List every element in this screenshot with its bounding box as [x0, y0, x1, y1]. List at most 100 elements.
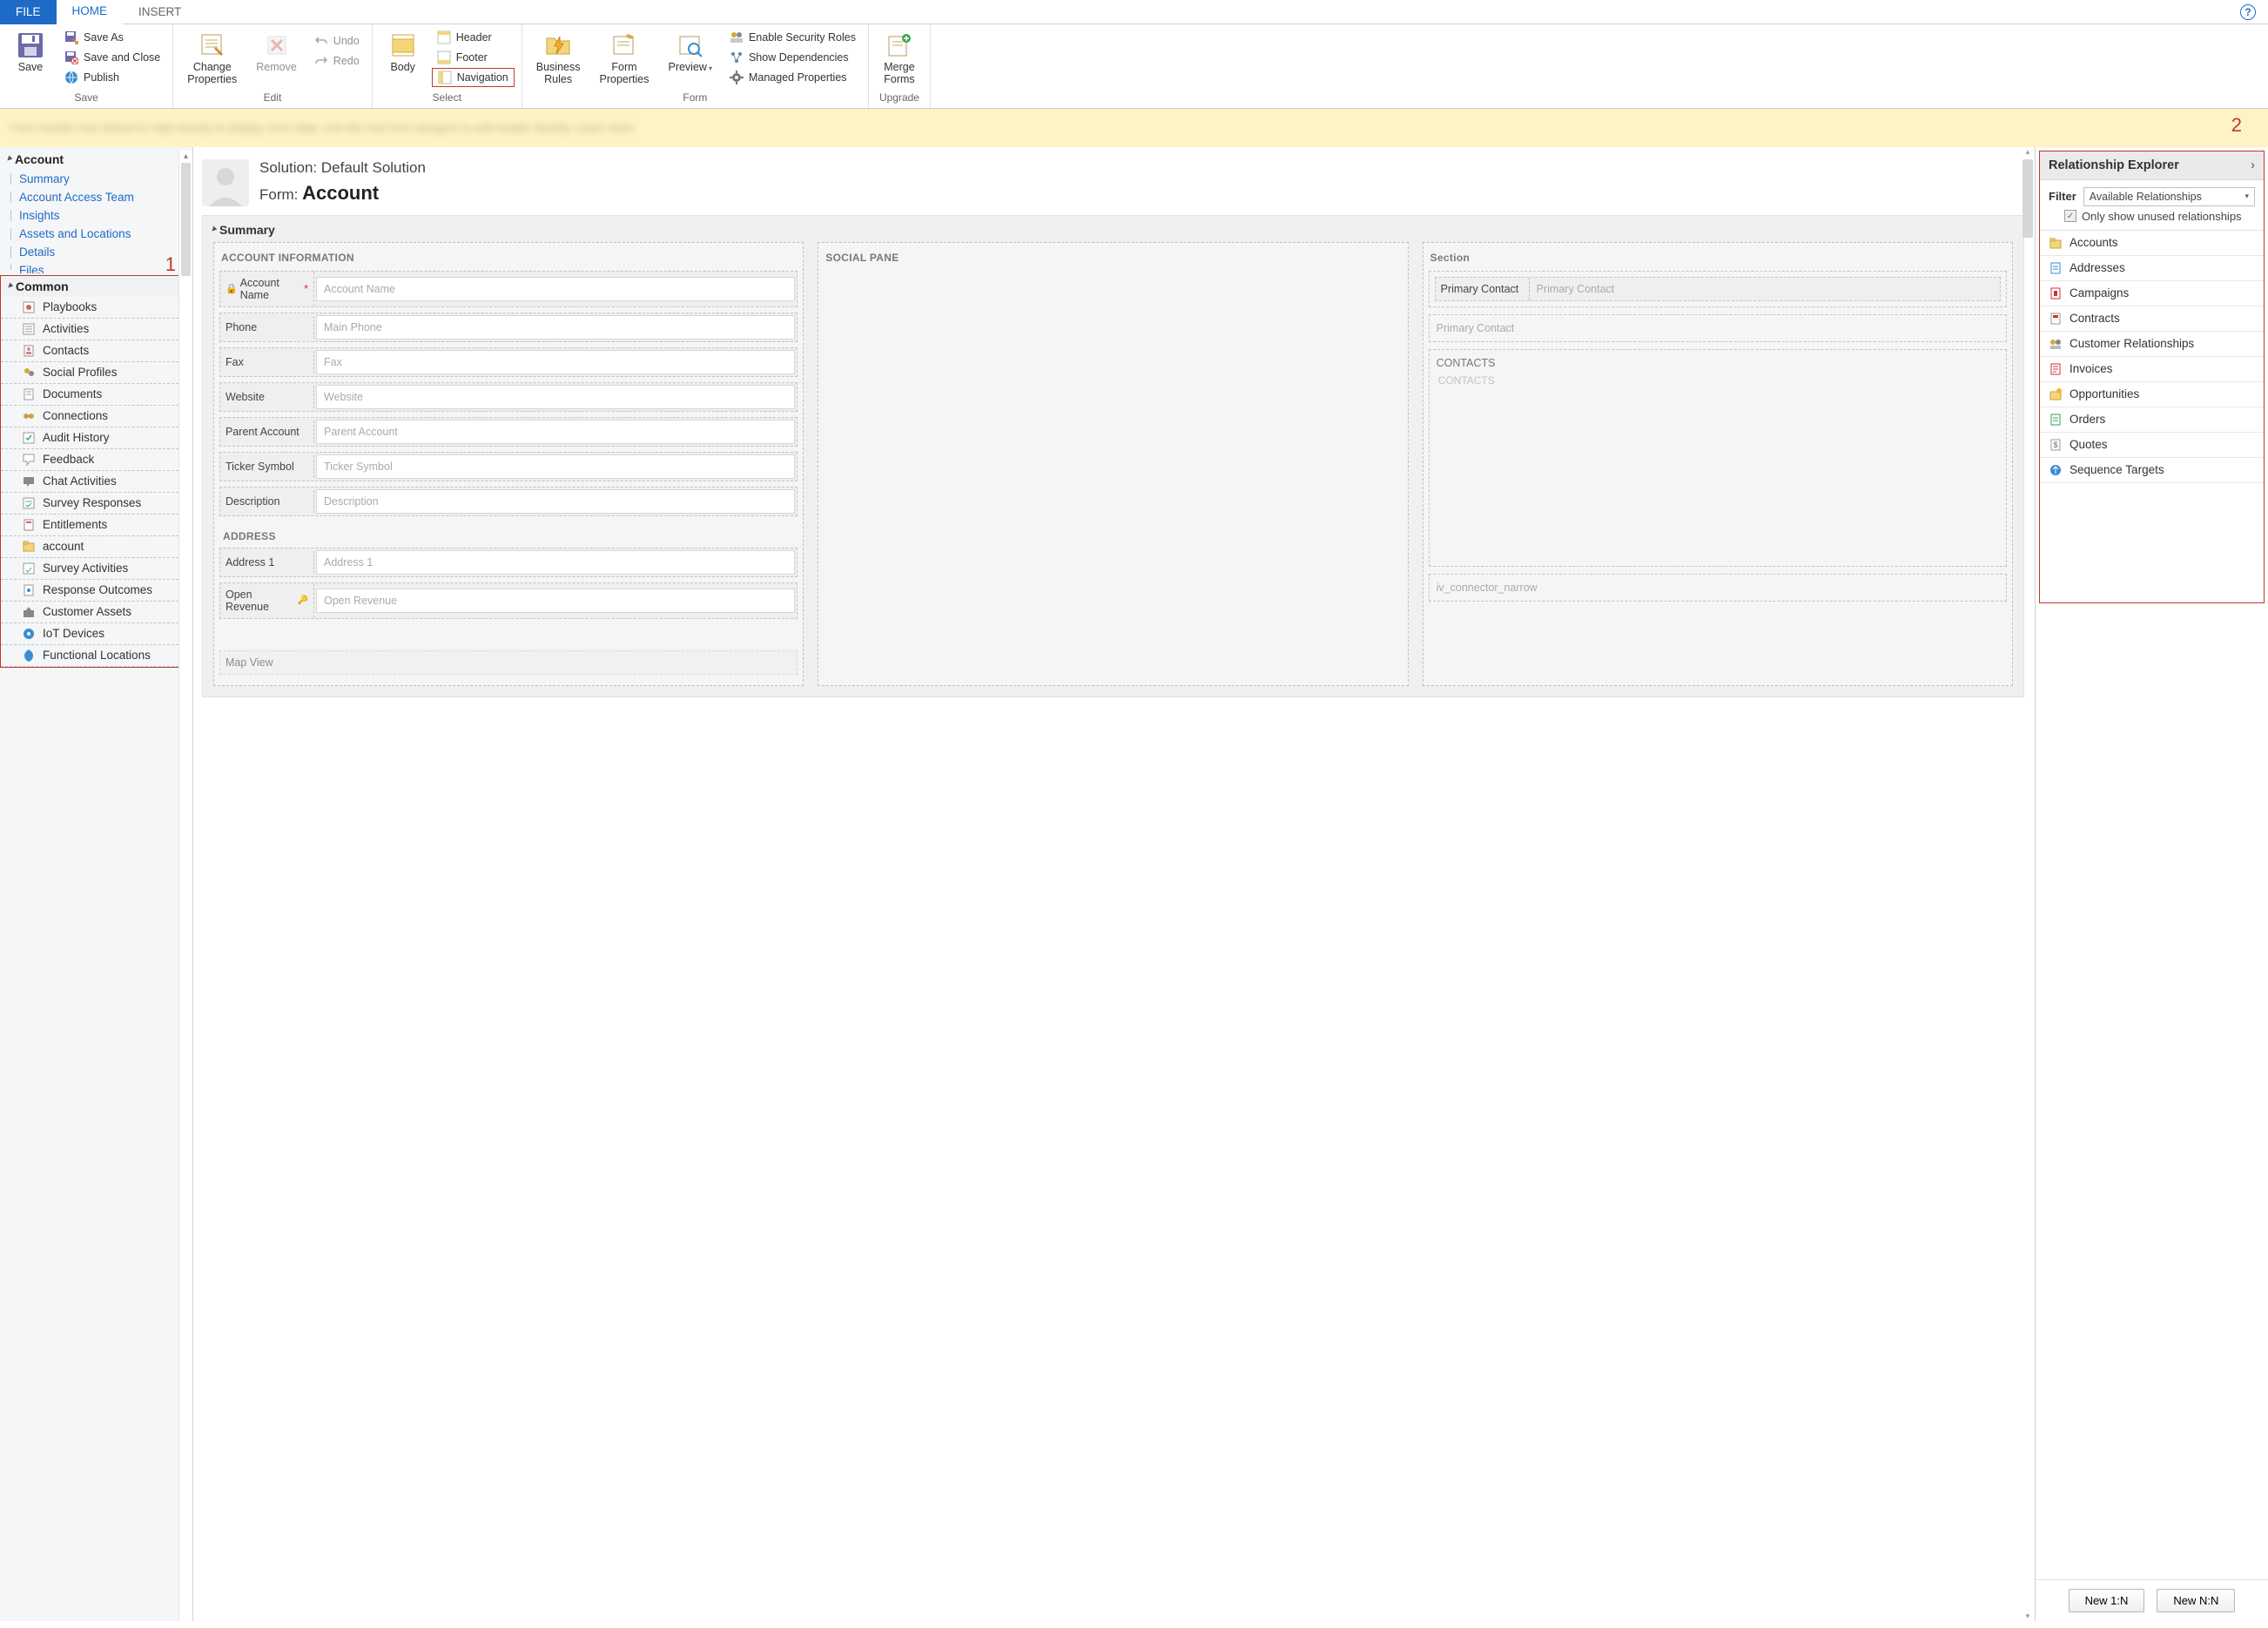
field-fax[interactable]: FaxFax — [219, 347, 798, 377]
checkbox-icon[interactable]: ✓ — [2064, 210, 2076, 222]
nav-details[interactable]: Details — [0, 243, 192, 261]
scroll-thumb[interactable] — [2022, 159, 2033, 238]
navigation-button[interactable]: Navigation — [432, 68, 515, 87]
header-button[interactable]: Header — [432, 28, 515, 47]
managed-properties-button[interactable]: Managed Properties — [724, 68, 861, 87]
body-button[interactable]: Body — [380, 28, 427, 77]
preview-button[interactable]: Preview — [661, 28, 718, 77]
column-section[interactable]: Section Primary Contact Primary Contact … — [1423, 242, 2013, 686]
form-properties-button[interactable]: Form Properties — [593, 28, 656, 90]
column-account-info[interactable]: ACCOUNT INFORMATION 🔒Account Name* Accou… — [213, 242, 804, 686]
nav-item-social-profiles[interactable]: Social Profiles — [1, 362, 192, 384]
field-primary-contact[interactable]: Primary Contact Primary Contact — [1435, 277, 2001, 301]
new-1n-button[interactable]: New 1:N — [2069, 1589, 2145, 1612]
website-input[interactable]: Website — [316, 385, 795, 409]
fax-input[interactable]: Fax — [316, 350, 795, 374]
nav-item-activities[interactable]: Activities — [1, 319, 192, 340]
enable-security-button[interactable]: Enable Security Roles — [724, 28, 861, 47]
publish-button[interactable]: Publish — [59, 68, 165, 87]
nav-item-playbooks[interactable]: Playbooks — [1, 297, 192, 319]
tab-home[interactable]: HOME — [57, 0, 124, 24]
footer-button[interactable]: Footer — [432, 48, 515, 67]
nav-summary[interactable]: Summary — [0, 170, 192, 188]
rel-item-quotes[interactable]: $Quotes — [2040, 433, 2264, 458]
nav-item-survey-responses[interactable]: Survey Responses — [1, 493, 192, 515]
save-as-button[interactable]: Save As — [59, 28, 165, 47]
scroll-up-icon[interactable]: ▴ — [2021, 147, 2035, 157]
field-address1[interactable]: Address 1Address 1 — [219, 548, 798, 577]
remove-button[interactable]: Remove — [249, 28, 304, 77]
field-website[interactable]: WebsiteWebsite — [219, 382, 798, 412]
redo-button[interactable]: Redo — [309, 51, 365, 71]
tab-file[interactable]: FILE — [0, 0, 57, 24]
column-social-pane[interactable]: SOCIAL PANE — [818, 242, 1408, 686]
phone-input[interactable]: Main Phone — [316, 315, 795, 340]
rel-item-opportunities[interactable]: Opportunities — [2040, 382, 2264, 407]
rel-item-invoices[interactable]: Invoices — [2040, 357, 2264, 382]
nav-item-contacts[interactable]: Contacts — [1, 340, 192, 362]
nav-account-access-team[interactable]: Account Access Team — [0, 188, 192, 206]
desc-input[interactable]: Description — [316, 489, 795, 514]
rel-item-accounts[interactable]: Accounts — [2040, 231, 2264, 256]
tree-account-header[interactable]: Account — [0, 147, 192, 170]
nav-item-feedback[interactable]: Feedback — [1, 449, 192, 471]
rel-item-contracts[interactable]: Contracts — [2040, 306, 2264, 332]
account-name-input[interactable]: Account Name — [316, 277, 795, 301]
rel-item-addresses[interactable]: Addresses — [2040, 256, 2264, 281]
primary-contact-input[interactable]: Primary Contact — [1530, 278, 2000, 300]
field-open-revenue[interactable]: Open Revenue🔑Open Revenue — [219, 582, 798, 619]
rel-item-customer-relationships[interactable]: Customer Relationships — [2040, 332, 2264, 357]
field-ticker[interactable]: Ticker SymbolTicker Symbol — [219, 452, 798, 481]
nav-item-entitlements[interactable]: Entitlements — [1, 515, 192, 536]
merge-forms-button[interactable]: Merge Forms — [876, 28, 923, 90]
contacts-section[interactable]: CONTACTS CONTACTS — [1429, 349, 2007, 567]
filter-select[interactable]: Available Relationships▾ — [2083, 187, 2255, 206]
nav-item-audit-history[interactable]: Audit History — [1, 427, 192, 449]
summary-section[interactable]: Summary ACCOUNT INFORMATION 🔒Account Nam… — [202, 215, 2024, 697]
nav-item-chat-activities[interactable]: Chat Activities — [1, 471, 192, 493]
primary-contact-section-2[interactable]: Primary Contact — [1429, 314, 2007, 342]
nav-item-account[interactable]: account — [1, 536, 192, 558]
show-dependencies-button[interactable]: Show Dependencies — [724, 48, 861, 67]
address1-input[interactable]: Address 1 — [316, 550, 795, 575]
undo-button[interactable]: Undo — [309, 31, 365, 50]
nav-item-connections[interactable]: Connections — [1, 406, 192, 427]
field-parent-account[interactable]: Parent AccountParent Account — [219, 417, 798, 447]
nav-item-iot-devices[interactable]: IoT Devices — [1, 623, 192, 645]
rel-item-campaigns[interactable]: Campaigns — [2040, 281, 2264, 306]
nav-item-customer-assets[interactable]: Customer Assets — [1, 602, 192, 623]
new-nn-button[interactable]: New N:N — [2157, 1589, 2235, 1612]
iv-connector-section[interactable]: iv_connector_narrow — [1429, 574, 2007, 602]
save-close-button[interactable]: Save and Close — [59, 48, 165, 67]
scroll-up-icon[interactable]: ▴ — [179, 151, 192, 162]
nav-files[interactable]: Files — [0, 261, 192, 273]
only-unused-checkbox-row[interactable]: ✓ Only show unused relationships — [2040, 210, 2264, 230]
relationship-explorer-header[interactable]: Relationship Explorer › — [2040, 151, 2264, 180]
nav-assets-locations[interactable]: Assets and Locations — [0, 225, 192, 243]
ticker-input[interactable]: Ticker Symbol — [316, 454, 795, 479]
field-description[interactable]: DescriptionDescription — [219, 487, 798, 516]
nav-item-survey-activities[interactable]: Survey Activities — [1, 558, 192, 580]
rel-item-sequence-targets[interactable]: Sequence Targets — [2040, 458, 2264, 483]
tree-common-header[interactable]: Common — [1, 276, 192, 297]
chevron-right-icon[interactable]: › — [2251, 158, 2255, 172]
scroll-down-icon[interactable]: ▾ — [2021, 1611, 2035, 1621]
business-rules-button[interactable]: Business Rules — [529, 28, 588, 90]
rel-item-orders[interactable]: Orders — [2040, 407, 2264, 433]
tab-insert[interactable]: INSERT — [123, 0, 197, 24]
change-properties-button[interactable]: Change Properties — [180, 28, 244, 90]
field-account-name[interactable]: 🔒Account Name* Account Name — [219, 271, 798, 307]
canvas-scrollbar[interactable]: ▴ ▾ — [2021, 147, 2035, 1621]
scroll-thumb[interactable] — [181, 163, 191, 276]
parent-input[interactable]: Parent Account — [316, 420, 795, 444]
summary-header[interactable]: Summary — [203, 216, 2023, 242]
field-phone[interactable]: PhoneMain Phone — [219, 313, 798, 342]
left-scrollbar[interactable]: ▴ — [178, 151, 192, 1621]
nav-item-functional-locations[interactable]: Functional Locations — [1, 645, 192, 667]
nav-item-response-outcomes[interactable]: Response Outcomes — [1, 580, 192, 602]
primary-contact-section[interactable]: Primary Contact Primary Contact — [1429, 271, 2007, 307]
nav-insights[interactable]: Insights — [0, 206, 192, 225]
save-button[interactable]: Save — [7, 28, 54, 77]
help-icon[interactable]: ? — [2240, 4, 2256, 20]
nav-item-documents[interactable]: Documents — [1, 384, 192, 406]
